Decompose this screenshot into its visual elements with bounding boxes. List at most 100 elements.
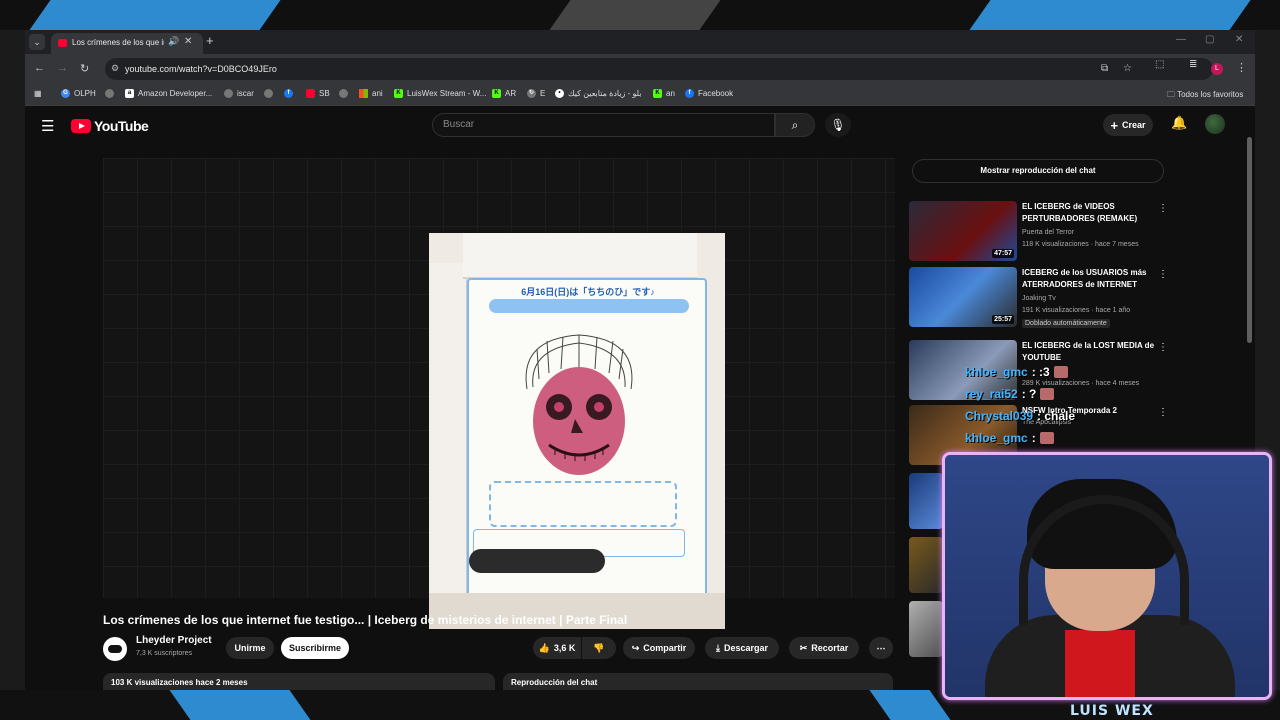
bookmark-ani[interactable]: ani (359, 89, 383, 98)
show-chat-replay-button[interactable]: Mostrar reproducción del chat (912, 159, 1164, 183)
profile-avatar[interactable]: L (1211, 63, 1223, 75)
minimize-icon[interactable]: — (1176, 34, 1186, 45)
globe-icon (264, 89, 273, 98)
folder-icon: 🗀 (1167, 90, 1175, 99)
channel-avatar[interactable] (103, 637, 127, 661)
new-tab-button[interactable]: + (206, 33, 214, 48)
join-button[interactable]: Unirme (226, 637, 274, 659)
back-icon[interactable]: ← (34, 62, 45, 74)
recommendation-more-icon[interactable]: ⋮ (1158, 203, 1168, 214)
bookmark-star-icon[interactable]: ☆ (1123, 63, 1132, 74)
bookmark-globe-3[interactable] (339, 89, 348, 98)
like-button[interactable]: 👍 3,6 K (533, 637, 581, 659)
youtube-logo[interactable]: YouTube (71, 118, 149, 134)
facebook-icon: f (685, 89, 694, 98)
recommendation-item[interactable]: 25:57 ICEBERG de los USUARIOS más ATERRA… (909, 267, 1179, 329)
extensions-icon[interactable]: ⬚ (1155, 59, 1164, 70)
chat-replay-panel[interactable]: Reproducción del chat (503, 673, 893, 690)
more-actions-button[interactable]: ⋯ (869, 637, 893, 659)
chat-message: khloe_gmc : (965, 431, 1054, 445)
channel-subscribers: 7,3 K suscriptores (136, 650, 193, 657)
chat-replay-label: Reproducción del chat (511, 678, 598, 687)
close-window-icon[interactable]: ✕ (1235, 34, 1243, 45)
streamer-shirt (1065, 630, 1135, 697)
search-button[interactable]: ⌕ (775, 113, 815, 137)
bookmark-ar[interactable]: K AR (492, 89, 516, 98)
chat-text: : :3 (1031, 365, 1050, 379)
share-button[interactable]: ↪ Compartir (623, 637, 695, 659)
menu-hamburger-icon[interactable]: ☰ (41, 117, 54, 135)
bookmark-label: OLPH (74, 89, 96, 98)
recommendation-thumbnail[interactable]: 25:57 (909, 267, 1017, 327)
bookmark-sb[interactable]: SB (306, 89, 330, 98)
bookmark-an[interactable]: Kan (653, 89, 675, 98)
recommendation-title[interactable]: EL ICEBERG de la LOST MEDIA de YOUTUBE (1022, 340, 1164, 364)
apps-grid-icon[interactable]: ▦ (34, 89, 42, 98)
search-input[interactable] (443, 119, 743, 130)
recommendation-channel[interactable]: Joaking Tv (1022, 295, 1056, 302)
recommendation-more-icon[interactable]: ⋮ (1158, 342, 1168, 353)
subscribe-button[interactable]: Suscribirme (281, 637, 349, 659)
youtube-icon (306, 89, 315, 98)
tab-search-dropdown[interactable]: ⌄ (29, 34, 45, 50)
video-window-bg (463, 233, 697, 279)
video-card-heading: 6月16日(日)は「ちちのひ」です♪ (521, 287, 655, 297)
kick-icon: K (492, 89, 501, 98)
bookmark-iscar[interactable]: iscar (224, 89, 254, 98)
voice-search-button[interactable]: 🎙 (825, 113, 851, 137)
kick-icon: K (394, 89, 403, 98)
download-button[interactable]: ⤓ Descargar (705, 637, 779, 659)
browser-menu-icon[interactable]: ⋮ (1236, 61, 1247, 74)
clip-button[interactable]: ✂ Recortar (789, 637, 859, 659)
video-player[interactable]: 6月16日(日)は「ちちのひ」です♪ (103, 158, 895, 629)
recommendation-channel[interactable]: Puerta del Terror (1022, 229, 1074, 236)
forward-icon[interactable]: → (57, 62, 68, 74)
bookmark-olph[interactable]: G OLPH (61, 89, 96, 98)
account-avatar[interactable] (1205, 114, 1225, 134)
share-icon: ↪ (631, 642, 640, 653)
page-scrollbar[interactable] (1247, 137, 1252, 343)
bookmark-arabic[interactable]: • بلو - زيادة متابعين كيك (555, 89, 642, 98)
globe-icon (339, 89, 348, 98)
reading-list-icon[interactable]: ≣ (1189, 59, 1197, 70)
video-censor-bar (469, 549, 605, 573)
microphone-icon: 🎙 (830, 118, 846, 132)
browser-tab-youtube[interactable]: Los crímenes de los que internet 🔊 ✕ (51, 33, 203, 54)
youtube-play-icon (71, 119, 91, 133)
recommendation-item[interactable]: 47:57 EL ICEBERG de VIDEOS PERTURBADORES… (909, 201, 1179, 263)
recommendation-title[interactable]: EL ICEBERG de VIDEOS PERTURBADORES (REMA… (1022, 201, 1164, 225)
chat-username: rey_rai52 (965, 387, 1018, 401)
description-box[interactable]: 103 K visualizaciones hace 2 meses (103, 673, 495, 690)
notifications-bell-icon[interactable]: 🔔 (1171, 115, 1187, 131)
thumbs-up-icon: 👍 (538, 642, 550, 653)
recommendation-more-icon[interactable]: ⋮ (1158, 269, 1168, 280)
site-info-icon[interactable]: ⚙ (111, 63, 119, 74)
chat-username: Chrystal039 (965, 409, 1034, 423)
bookmark-amazon[interactable]: a Amazon Developer... (125, 89, 212, 98)
dislike-button[interactable]: 👎 (582, 637, 616, 659)
maximize-icon[interactable]: ▢ (1205, 34, 1214, 45)
create-button[interactable]: + Crear (1103, 114, 1153, 136)
url-bar[interactable]: ⚙ youtube.com/watch?v=D0BCO49JEro ⧉ ☆ (105, 58, 1213, 80)
speaker-icon[interactable]: 🔊 (168, 36, 179, 47)
recommendation-thumbnail-partial[interactable] (909, 473, 943, 529)
recommendation-thumbnail[interactable]: 47:57 (909, 201, 1017, 261)
bookmark-facebook[interactable]: f Facebook (685, 89, 733, 98)
all-bookmarks-folder[interactable]: 🗀 Todos los favoritos (1167, 89, 1243, 103)
bookmark-luiswex-stream[interactable]: K LuisWex Stream - W... (394, 89, 486, 98)
recommendation-thumbnail-partial[interactable] (909, 601, 943, 657)
search-icon: ⌕ (791, 118, 799, 132)
recommendation-title[interactable]: ICEBERG de los USUARIOS más ATERRADORES … (1022, 267, 1164, 291)
video-frame[interactable]: 6月16日(日)は「ちちのひ」です♪ (429, 233, 725, 629)
bookmark-globe[interactable] (105, 89, 114, 98)
thumbs-down-icon: 👎 (593, 642, 605, 653)
channel-name[interactable]: Lheyder Project (136, 635, 212, 646)
reload-icon[interactable]: ↻ (80, 62, 89, 75)
install-app-icon[interactable]: ⧉ (1101, 63, 1108, 74)
recommendation-thumbnail-partial[interactable] (909, 537, 943, 593)
bookmark-globe-2[interactable] (264, 89, 273, 98)
close-tab-icon[interactable]: ✕ (184, 36, 192, 47)
video-duration: 25:57 (992, 315, 1014, 324)
bookmark-facebook-1[interactable]: f (284, 89, 293, 98)
bookmark-e[interactable]: ↻ E (527, 89, 545, 98)
